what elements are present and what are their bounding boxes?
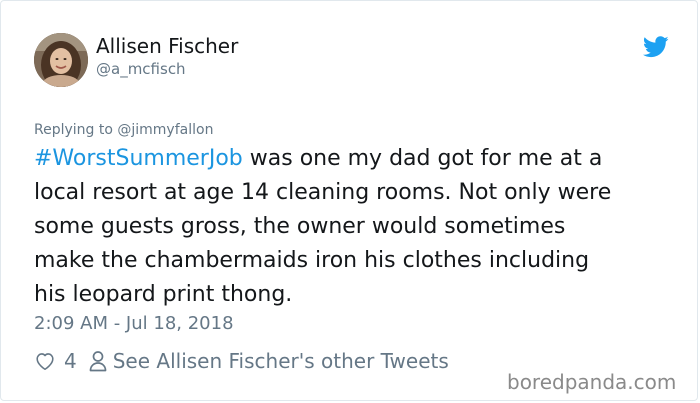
tweet-line-1-text: was one my dad got for me at a bbox=[242, 146, 603, 171]
heart-icon[interactable] bbox=[34, 350, 56, 372]
tweet-card: Allisen Fischer @a_mcfisch Replying to @… bbox=[0, 0, 698, 401]
watermark: boredpanda.com bbox=[507, 370, 677, 394]
tweet-line-3: some guests gross, the owner would somet… bbox=[34, 214, 566, 239]
avatar[interactable] bbox=[34, 33, 88, 87]
tweet-actions: 4 See Allisen Fischer's other Tweets bbox=[34, 347, 449, 375]
avatar-photo bbox=[34, 33, 88, 87]
person-icon bbox=[89, 351, 107, 372]
tweet-timestamp[interactable]: 2:09 AM - Jul 18, 2018 bbox=[34, 312, 234, 336]
twitter-bird-icon[interactable] bbox=[643, 36, 669, 58]
tweet-line-2: local resort at age 14 cleaning rooms. N… bbox=[34, 180, 612, 205]
hashtag-link[interactable]: #WorstSummerJob bbox=[34, 146, 243, 171]
tweet-text: #WorstSummerJob was one my dad got for m… bbox=[34, 142, 682, 312]
tweet-line-1: #WorstSummerJob was one my dad got for m… bbox=[34, 142, 682, 176]
tweet-line-4: make the chambermaids iron his clothes i… bbox=[34, 248, 590, 273]
author-display-name[interactable]: Allisen Fischer bbox=[96, 34, 238, 58]
author-handle[interactable]: @a_mcfisch bbox=[96, 59, 186, 79]
reply-context[interactable]: Replying to @jimmyfallon bbox=[34, 120, 213, 140]
like-count[interactable]: 4 bbox=[64, 349, 77, 373]
tweet-line-5: his leopard print thong. bbox=[34, 282, 293, 307]
other-tweets-link[interactable]: See Allisen Fischer's other Tweets bbox=[113, 349, 449, 373]
